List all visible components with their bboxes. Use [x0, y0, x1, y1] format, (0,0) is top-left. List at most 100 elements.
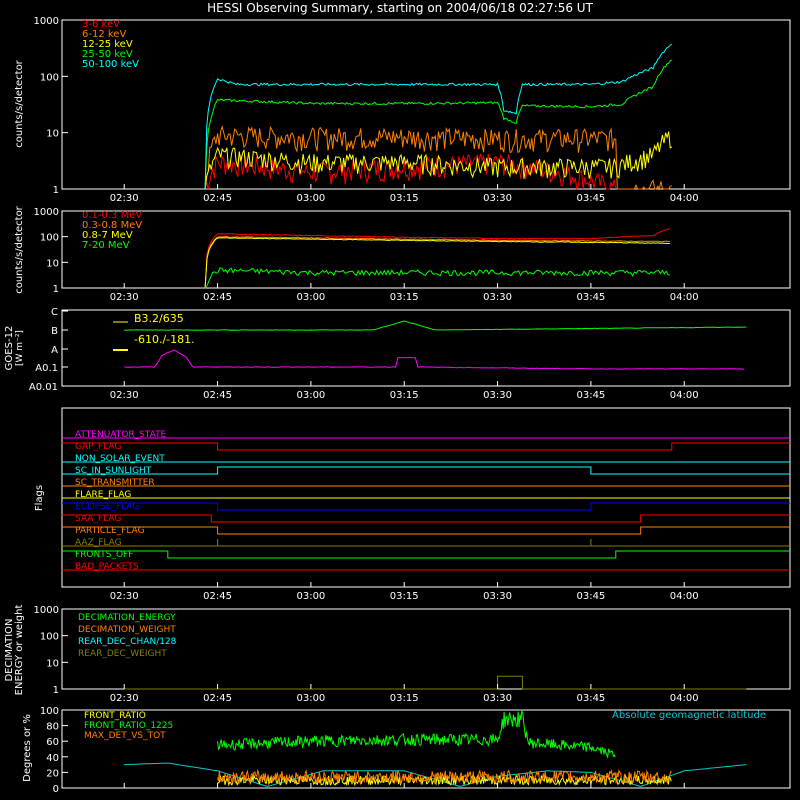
goes-y-tick-label-1: A0.1: [35, 363, 58, 374]
flags-legend-0: ATTENUATOR_STATE: [75, 430, 167, 440]
flags-tick-label-2: 03:00: [296, 591, 325, 602]
decimation-tick-label-1: 02:45: [203, 693, 232, 704]
flags-legend-11: BAD_PACKETS: [75, 562, 139, 572]
hi-energy-series-3: [204, 267, 670, 289]
lo-energy-ylabel: counts/s/detector: [14, 59, 25, 147]
hi-energy-series-2: [204, 237, 670, 289]
ratios-ylabel: Degrees or %: [22, 714, 33, 782]
flags-ylabel: Flags: [34, 485, 45, 511]
decimation-y-tick-label-0: 1: [53, 685, 59, 696]
hi-energy-tick-label-2: 03:00: [296, 292, 325, 303]
lo-energy-series-3: [204, 59, 673, 189]
flags-tick-label-3: 03:15: [390, 591, 419, 602]
flags-legend-10: FRONTS_OFF: [75, 550, 133, 560]
lo-energy-y-tick-label-2: 100: [40, 72, 59, 83]
flags-tick-label-1: 02:45: [203, 591, 232, 602]
hi-energy-tick-label-5: 03:45: [576, 292, 605, 303]
goes-y-tick-label-0: A0.01: [29, 382, 58, 393]
hi-energy-y-tick-label-0: 1: [53, 284, 59, 295]
flags-tick-label-0: 02:30: [110, 591, 139, 602]
hi-energy-series-1: [204, 235, 670, 289]
decimation-legend-0: DECIMATION_ENERGY: [78, 613, 176, 623]
decimation-ylabel-line2: ENERGY or weight: [14, 605, 25, 696]
lo-energy-series-2: [204, 131, 673, 190]
flags-legend-6: ECLIPSE_FLAG: [75, 502, 139, 512]
ratios-y-tick-label-2: 40: [46, 753, 59, 764]
flags-legend-5: FLARE_FLAG: [75, 490, 131, 500]
decimation-legend-2: REAR_DEC_CHAN/128: [78, 637, 177, 647]
flags-series-10: [62, 550, 790, 559]
ratios-y-tick-label-1: 20: [46, 768, 59, 779]
lo-energy-tick-label-5: 03:45: [576, 193, 605, 204]
ratios-legend-0: FRONT_RATIO: [84, 711, 146, 721]
flags-series-6: [62, 502, 790, 511]
flags-legend-8: PARTICLE_FLAG: [75, 526, 145, 536]
flags-legend-7: SAA_FLAG: [75, 514, 121, 524]
hi-energy-y-tick-label-3: 1000: [34, 207, 59, 218]
flags-legend-4: SC_TRANSMITTER: [75, 478, 155, 488]
decimation-tick-label-2: 03:00: [296, 693, 325, 704]
goes-ylabel-unit: [W m⁻²]: [15, 330, 25, 366]
decimation-legend-1: DECIMATION_WEIGHT: [78, 625, 176, 635]
lo-energy-series-4: [204, 43, 673, 190]
lo-energy-legend-4: 50-100 keV: [82, 59, 139, 70]
flags-tick-label-6: 04:00: [670, 591, 699, 602]
lo-energy-tick-label-4: 03:30: [483, 193, 512, 204]
lo-energy-tick-label-3: 03:15: [390, 193, 419, 204]
goes-y-tick-label-3: B: [51, 326, 58, 337]
decimation-legend-3: REAR_DEC_WEIGHT: [78, 649, 167, 659]
ratios-y-tick-label-4: 80: [46, 722, 59, 733]
flags-legend-1: GAP_FLAG: [75, 442, 121, 452]
decimation-tick-label-3: 03:15: [390, 693, 419, 704]
goes-series-0: [124, 320, 747, 331]
flags-series-9: [62, 539, 790, 547]
decimation-y-tick-label-2: 100: [40, 632, 59, 643]
hi-energy-y-tick-label-2: 100: [40, 233, 59, 244]
decimation-tick-label-4: 03:30: [483, 693, 512, 704]
lo-energy-tick-label-1: 02:45: [203, 193, 232, 204]
hi-energy-tick-label-0: 02:30: [110, 292, 139, 303]
goes-tick-label-3: 03:15: [390, 390, 419, 401]
lo-energy-tick-label-2: 03:00: [296, 193, 325, 204]
goes-tick-label-2: 03:00: [296, 390, 325, 401]
hi-energy-tick-label-6: 04:00: [670, 292, 699, 303]
decimation-tick-label-0: 02:30: [110, 693, 139, 704]
hi-energy-ylabel: counts/s/detector: [14, 205, 25, 293]
hi-energy-legend-3: 7-20 MeV: [82, 240, 130, 251]
lo-energy-tick-label-6: 04:00: [670, 193, 699, 204]
goes-annotation-1: -610./-181.: [134, 333, 195, 346]
decimation-y-tick-label-3: 1000: [34, 605, 59, 616]
hi-energy-tick-label-3: 03:15: [390, 292, 419, 303]
flags-series-7: [62, 514, 790, 523]
ratios-legend-1: FRONT_RATIO_1225: [84, 721, 173, 731]
goes-y-tick-label-4: C: [51, 307, 58, 318]
decimation-tick-label-6: 04:00: [670, 693, 699, 704]
goes-annotation-0: B3.2/635: [134, 312, 184, 325]
lo-energy-y-tick-label-1: 10: [46, 129, 59, 140]
hi-energy-tick-label-1: 02:45: [203, 292, 232, 303]
goes-y-tick-label-2: A: [51, 345, 58, 356]
hi-energy-y-tick-label-1: 10: [46, 258, 59, 269]
hi-energy-frame: [61, 210, 791, 289]
goes-tick-label-6: 04:00: [670, 390, 699, 401]
flags-series-3: [62, 466, 790, 475]
goes-tick-label-5: 03:45: [576, 390, 605, 401]
ratios-y-tick-label-5: 100: [40, 706, 59, 717]
lo-energy-y-tick-label-3: 1000: [34, 16, 59, 27]
goes-tick-label-0: 02:30: [110, 390, 139, 401]
goes-tick-label-1: 02:45: [203, 390, 232, 401]
observing-summary-plot: 1101001000 3-6 keV6-12 keV12-25 keV25-50 …: [4, 16, 791, 795]
ratios-series-1: [217, 709, 616, 759]
goes-series-1: [124, 349, 744, 370]
flags-legend-3: SC_IN_SUNLIGHT: [75, 466, 152, 476]
hi-energy-tick-label-4: 03:30: [483, 292, 512, 303]
flags-tick-label-5: 03:45: [576, 591, 605, 602]
flags-tick-label-4: 03:30: [483, 591, 512, 602]
goes-ylabel: GOES-12: [4, 326, 15, 371]
flags-series-8: [62, 526, 790, 535]
decimation-y-tick-label-1: 10: [46, 658, 59, 669]
flags-legend-9: AAZ_FLAG: [75, 538, 122, 548]
lo-energy-tick-label-0: 02:30: [110, 193, 139, 204]
decimation-tick-label-5: 03:45: [576, 693, 605, 704]
ratios-y-tick-label-0: 0: [53, 784, 59, 795]
